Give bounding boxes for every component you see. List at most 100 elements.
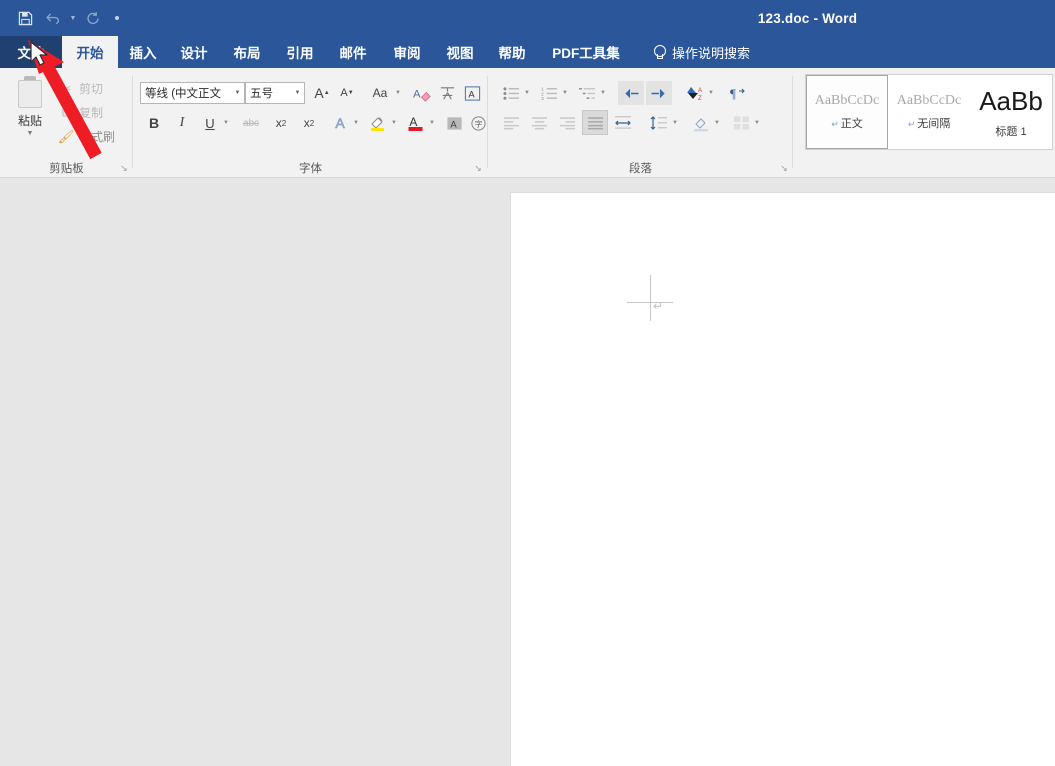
character-border-button[interactable]: A xyxy=(461,82,483,104)
enclose-characters-button[interactable]: 字 xyxy=(467,112,489,134)
clipboard-dialog-launcher[interactable]: ↘ xyxy=(118,162,130,174)
style-item-no-spacing[interactable]: AaBbCcDc ↵ 无间隔 xyxy=(888,75,970,149)
pilcrow-icon: ↵ xyxy=(907,119,916,129)
tab-view[interactable]: 视图 xyxy=(434,36,486,68)
document-page[interactable]: ↵ xyxy=(511,193,1055,766)
italic-button[interactable]: I xyxy=(171,112,193,134)
paintbrush-icon: 🖌 xyxy=(57,128,75,144)
numbering-button[interactable]: 1 2 3 xyxy=(538,82,560,104)
tab-file[interactable]: 文件 xyxy=(0,36,62,68)
bold-button[interactable]: B xyxy=(143,112,165,134)
paste-dropdown-caret[interactable]: ▼ xyxy=(27,130,34,137)
group-clipboard: 粘贴 ▼ ✂ 剪切 ⧉ 复制 🖌 格式刷 剪贴板 ↘ xyxy=(0,68,133,178)
underline-caret[interactable]: ▼ xyxy=(221,112,231,134)
style-preview: AaBbCcDc xyxy=(896,93,962,108)
style-label-wrap: ↵ 无间隔 xyxy=(908,115,951,131)
font-size-value: 五号 xyxy=(250,88,273,100)
multilevel-list-caret[interactable]: ▼ xyxy=(598,82,608,104)
group-label-clipboard: 剪贴板 xyxy=(49,163,84,175)
copy-button[interactable]: ⧉ 复制 xyxy=(58,104,103,121)
paste-button[interactable]: 粘贴 ▼ xyxy=(6,74,54,150)
align-right-button[interactable] xyxy=(556,112,578,134)
tab-pdf-tools[interactable]: PDF工具集 xyxy=(538,36,634,68)
svg-text:¶: ¶ xyxy=(730,86,736,101)
increase-indent-button[interactable] xyxy=(646,81,672,105)
subscript-button[interactable]: x2 xyxy=(270,112,292,134)
text-effects-caret[interactable]: ▼ xyxy=(351,112,361,134)
style-item-normal[interactable]: AaBbCcDc ↵ 正文 xyxy=(806,75,888,149)
clear-formatting-button[interactable]: A xyxy=(411,82,433,104)
tab-help[interactable]: 帮助 xyxy=(486,36,538,68)
strikethrough-button[interactable]: abc xyxy=(238,112,264,134)
svg-text:A: A xyxy=(450,119,457,130)
phonetic-guide-button[interactable] xyxy=(436,82,458,104)
style-preview: AaBb xyxy=(979,85,1043,116)
font-color-caret[interactable]: ▼ xyxy=(427,112,437,134)
text-effects-button[interactable]: A xyxy=(329,112,351,134)
shading-caret[interactable]: ▼ xyxy=(712,112,722,134)
line-spacing-caret[interactable]: ▼ xyxy=(670,112,680,134)
font-dialog-launcher[interactable]: ↘ xyxy=(472,162,484,174)
copy-icon: ⧉ xyxy=(61,104,71,120)
paragraph-dialog-launcher[interactable]: ↘ xyxy=(778,162,790,174)
tab-design[interactable]: 设计 xyxy=(168,36,220,68)
font-name-value: 等线 (中文正文 xyxy=(145,88,222,100)
ribbon: 粘贴 ▼ ✂ 剪切 ⧉ 复制 🖌 格式刷 剪贴板 ↘ 等线 (中文正文 ▼ 五号… xyxy=(0,68,1055,178)
svg-text:字: 字 xyxy=(474,118,482,128)
styles-gallery[interactable]: AaBbCcDc ↵ 正文 AaBbCcDc ↵ 无间隔 AaBb 标题 1 xyxy=(805,74,1053,150)
pilcrow-icon: ↵ xyxy=(831,119,839,129)
tell-me-search[interactable]: 操作说明搜索 xyxy=(644,36,758,68)
cut-button[interactable]: ✂ 剪切 xyxy=(58,80,103,97)
align-left-button[interactable] xyxy=(500,112,522,134)
change-case-button[interactable]: Aa xyxy=(367,82,393,104)
change-case-caret[interactable]: ▼ xyxy=(393,82,403,104)
sort-caret[interactable]: ▼ xyxy=(706,82,716,104)
line-spacing-button[interactable] xyxy=(648,112,670,134)
numbering-caret[interactable]: ▼ xyxy=(560,82,570,104)
copy-label: 复制 xyxy=(79,106,104,120)
font-size-caret[interactable]: ▼ xyxy=(291,90,304,96)
tab-review[interactable]: 审阅 xyxy=(380,36,434,68)
style-item-heading-1[interactable]: AaBb 标题 1 xyxy=(970,75,1052,149)
grow-font-button[interactable]: A ▲ xyxy=(311,82,333,104)
underline-button[interactable]: U xyxy=(199,112,221,134)
paste-label: 粘贴 xyxy=(17,114,42,128)
lightbulb-icon xyxy=(652,44,666,60)
font-color-button[interactable]: A xyxy=(405,112,427,134)
distribute-button[interactable] xyxy=(610,110,636,135)
tab-layout[interactable]: 布局 xyxy=(220,36,274,68)
tab-insert[interactable]: 插入 xyxy=(118,36,168,68)
font-size-combo[interactable]: 五号 ▼ xyxy=(245,82,305,104)
superscript-button[interactable]: x2 xyxy=(298,112,320,134)
font-name-caret[interactable]: ▼ xyxy=(231,90,244,96)
decrease-indent-button[interactable] xyxy=(618,81,644,105)
bullets-button[interactable] xyxy=(500,82,522,104)
format-painter-button[interactable]: 🖌 格式刷 xyxy=(58,128,115,145)
document-canvas[interactable]: ↵ xyxy=(0,178,1055,766)
group-font: 等线 (中文正文 ▼ 五号 ▼ A ▲ A ▼ Aa ▼ A A B I U ▼… xyxy=(133,68,488,178)
shading-button[interactable] xyxy=(690,112,712,134)
bullets-caret[interactable]: ▼ xyxy=(522,82,532,104)
sort-button[interactable]: A Z xyxy=(684,82,706,104)
text-highlight-caret[interactable]: ▼ xyxy=(389,112,399,134)
document-title: 123.doc - Word xyxy=(757,10,858,26)
group-label-paragraph: 段落 xyxy=(629,163,652,175)
tab-home[interactable]: 开始 xyxy=(62,36,118,68)
group-label-font: 字体 xyxy=(299,163,322,175)
align-center-button[interactable] xyxy=(528,112,550,134)
character-shading-button[interactable]: A xyxy=(443,112,465,134)
text-highlight-button[interactable] xyxy=(367,112,389,134)
font-name-combo[interactable]: 等线 (中文正文 ▼ xyxy=(140,82,245,104)
tab-mailings[interactable]: 邮件 xyxy=(326,36,380,68)
borders-button[interactable] xyxy=(730,112,752,134)
ribbon-tab-strip: 文件 开始 插入 设计 布局 引用 邮件 审阅 视图 帮助 PDF工具集 操作说… xyxy=(0,36,1055,68)
text-cursor-crosshair: ↵ xyxy=(627,275,673,321)
svg-text:A: A xyxy=(409,115,417,129)
borders-caret[interactable]: ▼ xyxy=(752,112,762,134)
style-label: 标题 1 xyxy=(995,125,1027,138)
multilevel-list-button[interactable] xyxy=(576,82,598,104)
show-formatting-marks-button[interactable]: ¶ xyxy=(726,82,748,104)
justify-button[interactable] xyxy=(582,110,608,135)
tab-references[interactable]: 引用 xyxy=(274,36,326,68)
shrink-font-button[interactable]: A ▼ xyxy=(336,82,358,104)
